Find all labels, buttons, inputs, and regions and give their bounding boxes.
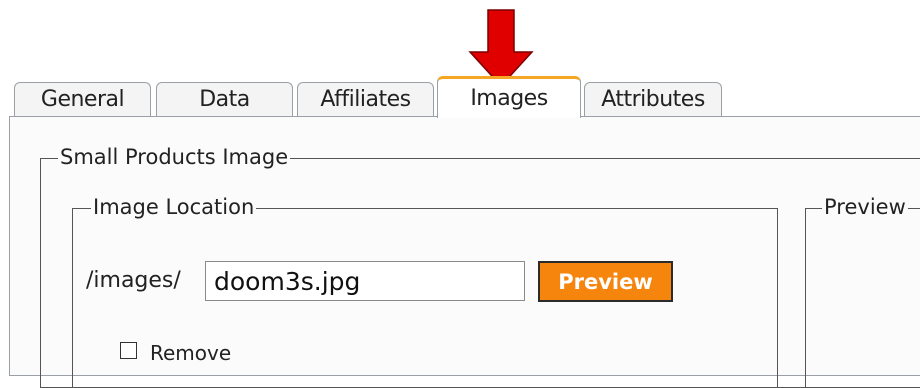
tab-label: Affiliates bbox=[320, 87, 411, 112]
preview-fieldset bbox=[805, 208, 920, 388]
image-path-prefix: /images/ bbox=[86, 268, 181, 293]
tab-affiliates[interactable]: Affiliates bbox=[297, 82, 434, 116]
tab-label: General bbox=[40, 87, 125, 112]
tab-data[interactable]: Data bbox=[156, 82, 293, 116]
image-filename-input[interactable] bbox=[205, 261, 525, 301]
tab-label: Images bbox=[470, 86, 548, 111]
tab-images[interactable]: Images bbox=[437, 76, 581, 118]
remove-checkbox[interactable] bbox=[120, 342, 137, 359]
tab-general[interactable]: General bbox=[14, 82, 151, 116]
preview-button[interactable]: Preview bbox=[538, 261, 673, 302]
tab-label: Attributes bbox=[601, 87, 705, 112]
tab-label: Data bbox=[199, 87, 250, 112]
remove-checkbox-label: Remove bbox=[150, 341, 232, 365]
image-location-legend: Image Location bbox=[91, 195, 257, 219]
tab-attributes[interactable]: Attributes bbox=[584, 82, 722, 116]
small-products-image-legend: Small Products Image bbox=[58, 145, 291, 169]
preview-legend: Preview bbox=[822, 195, 908, 219]
